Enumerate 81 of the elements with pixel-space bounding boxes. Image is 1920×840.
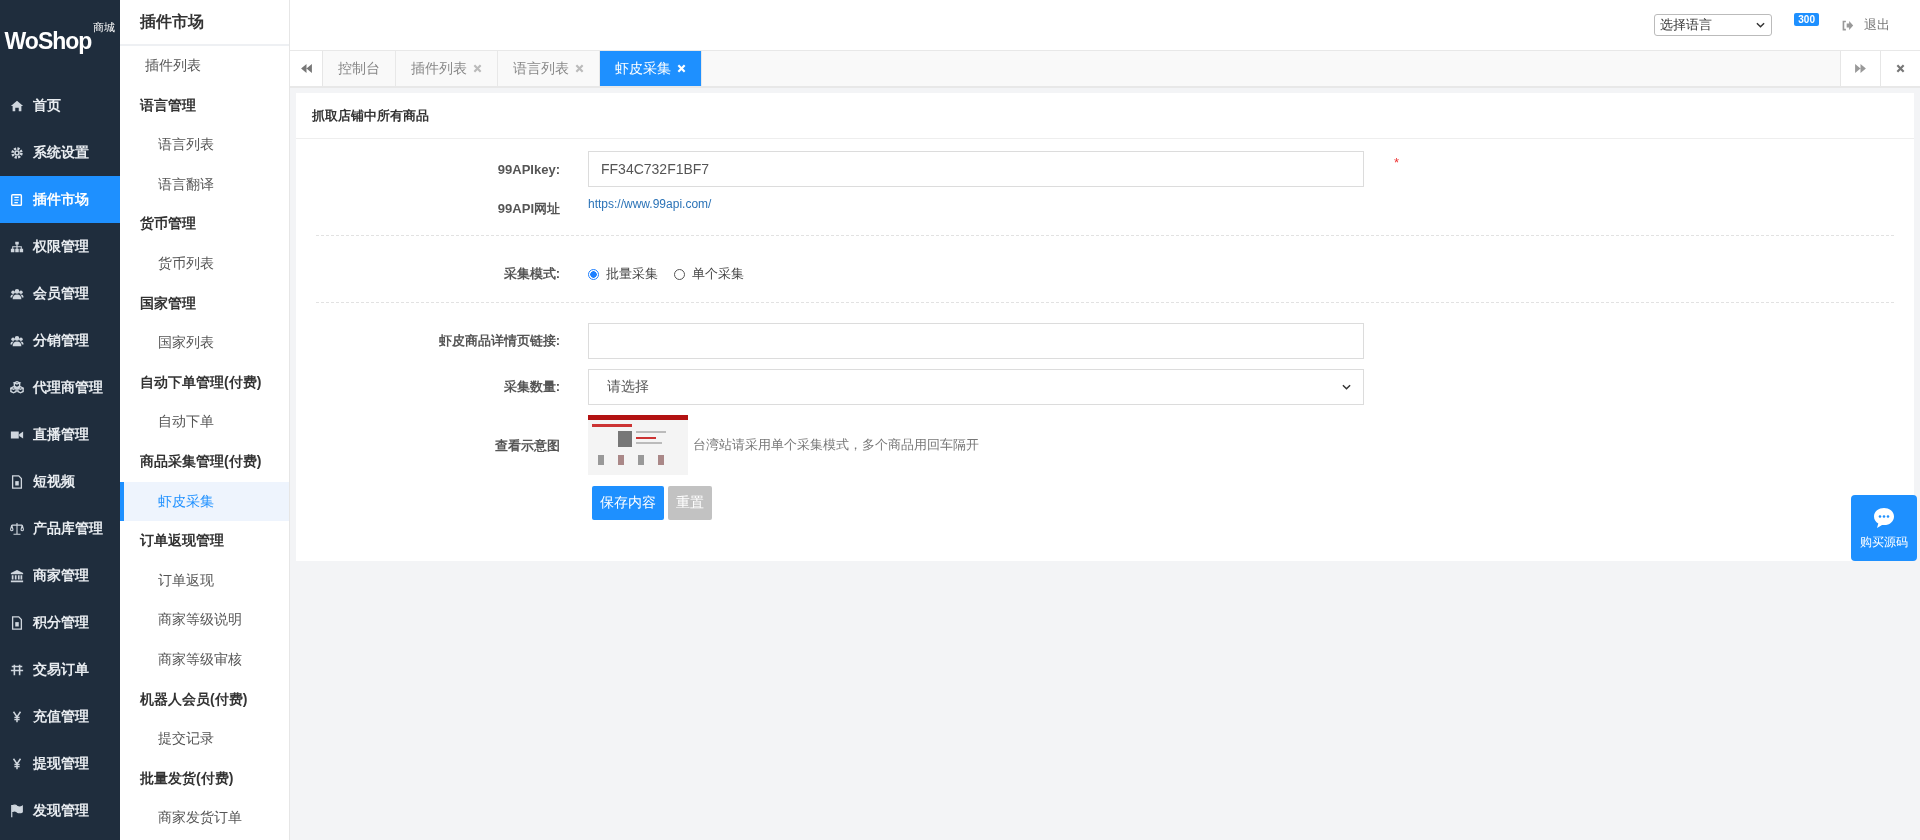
scale-icon xyxy=(10,521,24,536)
language-select[interactable]: 选择语言 xyxy=(1654,14,1773,36)
close-icon xyxy=(473,64,482,73)
chat-bubble-icon xyxy=(1872,505,1896,530)
bank-icon xyxy=(10,568,24,583)
tab[interactable]: 插件列表 xyxy=(396,51,498,86)
nav-item[interactable]: 交易订单 xyxy=(0,646,120,693)
quantity-select[interactable]: 请选择 xyxy=(588,369,1364,405)
submenu-item[interactable]: 商家等级审核 xyxy=(120,639,289,680)
nav-item[interactable]: 积分管理 xyxy=(0,599,120,646)
submenu-item[interactable]: 插件列表 xyxy=(120,46,289,86)
exit-icon xyxy=(1841,18,1854,32)
field-label: 虾皮商品详情页链接: xyxy=(437,332,561,350)
api-key-field[interactable]: FF34C732F1BF7 xyxy=(588,151,1364,187)
submenu-item[interactable]: 语言翻译 xyxy=(120,164,289,205)
nav-item[interactable]: 系统设置 xyxy=(0,129,120,176)
nav-item[interactable]: 产品库管理 xyxy=(0,505,120,552)
nav-item[interactable]: 商家管理 xyxy=(0,552,120,599)
submenu-group-heading: 国家管理 xyxy=(139,293,197,313)
caret-icon xyxy=(1342,384,1351,390)
submenu-item[interactable]: 国家列表 xyxy=(120,323,289,363)
double-right-arrow-icon xyxy=(1855,64,1866,73)
submenu-item[interactable]: 商家等级说明 xyxy=(120,600,289,640)
nav-item[interactable]: 分销管理 xyxy=(0,317,120,364)
close-icon xyxy=(1896,64,1905,73)
scroll-right-button[interactable] xyxy=(1840,51,1880,86)
submenu-group-heading: 订单返现管理 xyxy=(138,531,225,551)
field-label: 99API网址 xyxy=(496,200,561,218)
field-label: 采集模式: xyxy=(502,265,561,283)
close-icon xyxy=(575,64,584,73)
logout-link[interactable]: 退出 xyxy=(1841,16,1890,34)
sitemap-icon xyxy=(10,239,24,254)
submenu-group-heading: 商品采集管理(付费) xyxy=(139,451,263,471)
radio-option[interactable]: 批量采集 xyxy=(588,265,658,283)
double-left-arrow-icon xyxy=(300,64,312,73)
scroll-left-button[interactable] xyxy=(290,51,323,86)
gear-icon xyxy=(10,145,24,160)
field-label: 采集数量: xyxy=(502,378,561,396)
users-icon xyxy=(10,286,24,301)
home-icon xyxy=(10,98,24,113)
nav-item[interactable]: 会员管理 xyxy=(0,270,120,317)
file-icon xyxy=(10,615,24,630)
required-mark: * xyxy=(1394,155,1400,170)
nav-item[interactable]: 提现管理 xyxy=(0,740,120,787)
submenu-item[interactable]: 货币列表 xyxy=(120,243,289,284)
nav-item[interactable]: 发现管理 xyxy=(0,787,120,834)
file-icon xyxy=(10,474,24,489)
nav-item[interactable]: 代理商管理 xyxy=(0,364,120,411)
submenu-group-heading: 自动下单管理(付费) xyxy=(139,372,263,392)
submenu-item[interactable]: 订单返现 xyxy=(120,560,289,601)
book-icon xyxy=(10,192,24,207)
yen-icon xyxy=(10,709,24,724)
api-url-link[interactable]: https://www.99api.com/ xyxy=(588,197,712,211)
yen-icon xyxy=(10,756,24,771)
caret-icon xyxy=(1756,22,1766,28)
close-all-button[interactable] xyxy=(1880,51,1920,86)
nav-item[interactable]: 首页 xyxy=(0,82,120,129)
nav-item[interactable]: 权限管理 xyxy=(0,223,120,270)
screenshot-thumbnail[interactable] xyxy=(588,415,688,475)
cross-icon xyxy=(10,662,24,677)
cubes-icon xyxy=(10,380,24,395)
detail-link-field[interactable] xyxy=(588,323,1364,359)
tab[interactable]: 控制台 xyxy=(323,51,396,86)
submenu-item[interactable]: 商家发货订单 xyxy=(120,798,289,838)
nav-item[interactable]: 短视频 xyxy=(0,458,120,505)
submenu-group-heading: 语言管理 xyxy=(138,95,197,115)
submenu-item[interactable]: 自动下单 xyxy=(120,402,289,442)
submenu-item[interactable]: 提交记录 xyxy=(120,719,289,759)
nav-item[interactable]: 充值管理 xyxy=(0,693,120,740)
close-icon xyxy=(677,64,686,73)
submenu-item[interactable]: 语言列表 xyxy=(120,125,289,165)
radio-option[interactable]: 单个采集 xyxy=(674,265,744,283)
flag-icon xyxy=(10,803,24,818)
field-label: 99APIkey: xyxy=(496,161,561,177)
submenu-group-heading: 批量发货(付费) xyxy=(139,768,235,788)
nav-item[interactable]: 直播管理 xyxy=(0,411,120,458)
submenu-group-heading: 机器人会员(付费) xyxy=(139,689,249,709)
hint-text: 台湾站请采用单个采集模式，多个商品用回车隔开 xyxy=(693,436,979,454)
users-icon xyxy=(10,333,24,348)
submenu-group-heading: 货币管理 xyxy=(139,214,197,234)
panel-title: 抓取店铺中所有商品 xyxy=(312,106,429,125)
